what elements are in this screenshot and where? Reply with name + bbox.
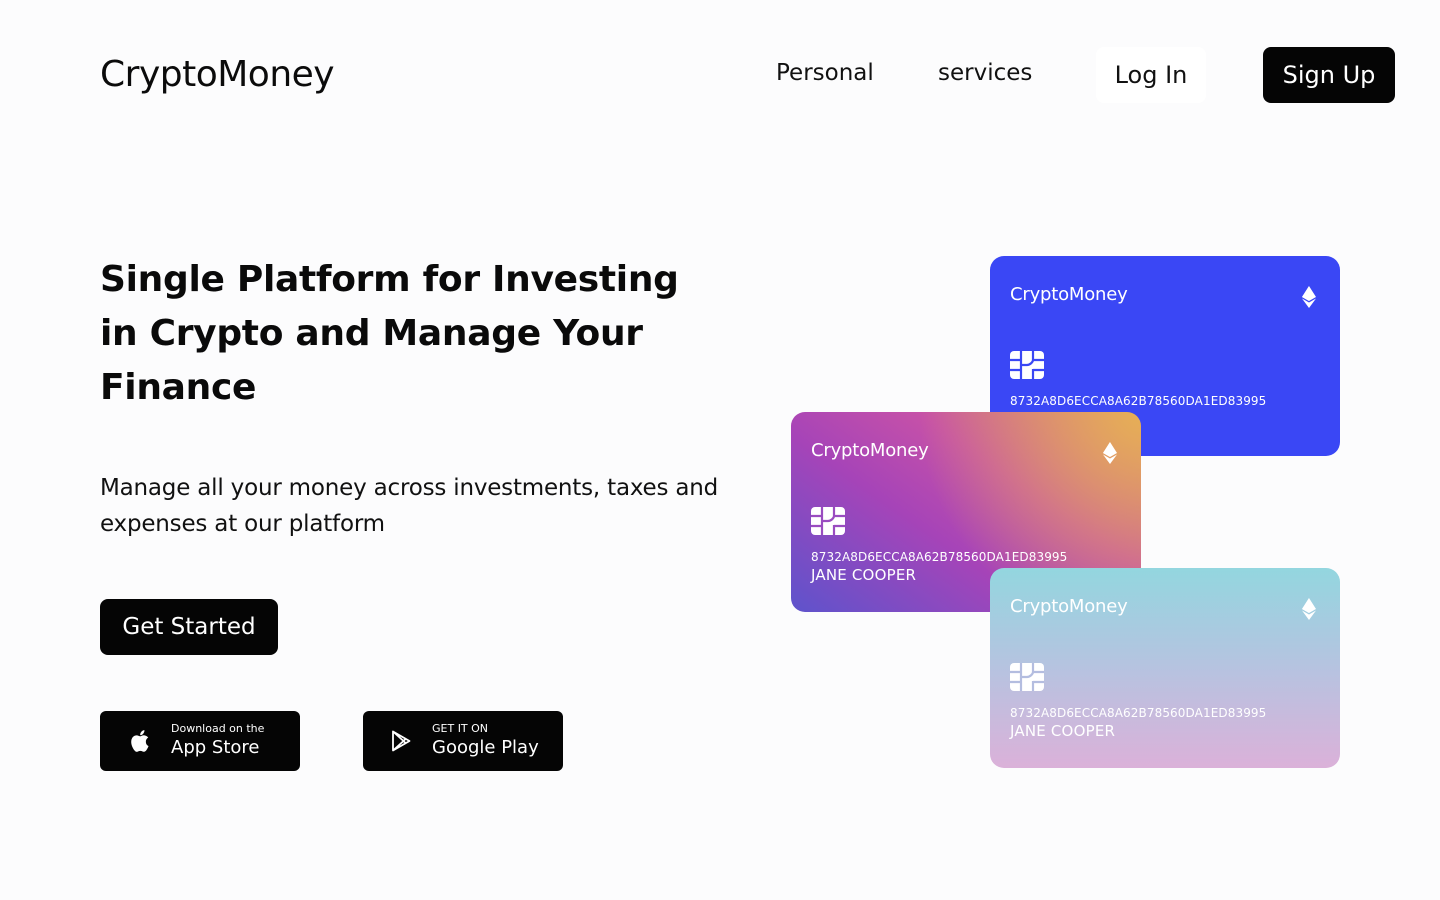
google-play-badge[interactable]: GET IT ON Google Play: [363, 711, 563, 771]
chip-icon: [811, 507, 845, 535]
card-holder-name: JANE COOPER: [1010, 722, 1116, 740]
get-started-button[interactable]: Get Started: [100, 599, 278, 655]
card-brand: CryptoMoney: [1010, 596, 1128, 617]
google-play-small-label: GET IT ON: [432, 722, 489, 735]
nav-link-services[interactable]: services: [938, 60, 1032, 86]
crypto-card-pastel: CryptoMoney 8732A8D6ECCA8A62B78560DA1ED8…: [990, 568, 1340, 768]
app-store-text: Download on the App Store: [171, 722, 264, 760]
app-store-badge[interactable]: Download on the App Store: [100, 711, 300, 771]
app-store-label: App Store: [171, 737, 260, 758]
chip-icon: [1010, 663, 1044, 691]
ethereum-icon: [1103, 442, 1117, 464]
ethereum-icon: [1302, 598, 1316, 620]
card-number: 8732A8D6ECCA8A62B78560DA1ED83995: [811, 550, 1068, 564]
logo[interactable]: CryptoMoney: [100, 54, 335, 95]
nav-link-personal[interactable]: Personal: [776, 60, 874, 86]
chip-icon: [1010, 351, 1044, 379]
ethereum-icon: [1302, 286, 1316, 308]
google-play-text: GET IT ON Google Play: [432, 722, 539, 760]
card-number: 8732A8D6ECCA8A62B78560DA1ED83995: [1010, 394, 1267, 408]
card-number: 8732A8D6ECCA8A62B78560DA1ED83995: [1010, 706, 1267, 720]
login-button[interactable]: Log In: [1096, 47, 1206, 103]
apple-icon: [128, 729, 152, 753]
hero-subtitle: Manage all your money across investments…: [100, 475, 719, 537]
card-brand: CryptoMoney: [811, 440, 929, 461]
google-play-label: Google Play: [432, 737, 539, 758]
hero-title: Single Platform for Investing in Crypto …: [100, 259, 679, 408]
signup-button[interactable]: Sign Up: [1263, 47, 1395, 103]
card-brand: CryptoMoney: [1010, 284, 1128, 305]
card-holder-name: JANE COOPER: [811, 566, 917, 584]
app-store-small-label: Download on the: [171, 722, 265, 735]
google-play-icon: [389, 729, 413, 753]
